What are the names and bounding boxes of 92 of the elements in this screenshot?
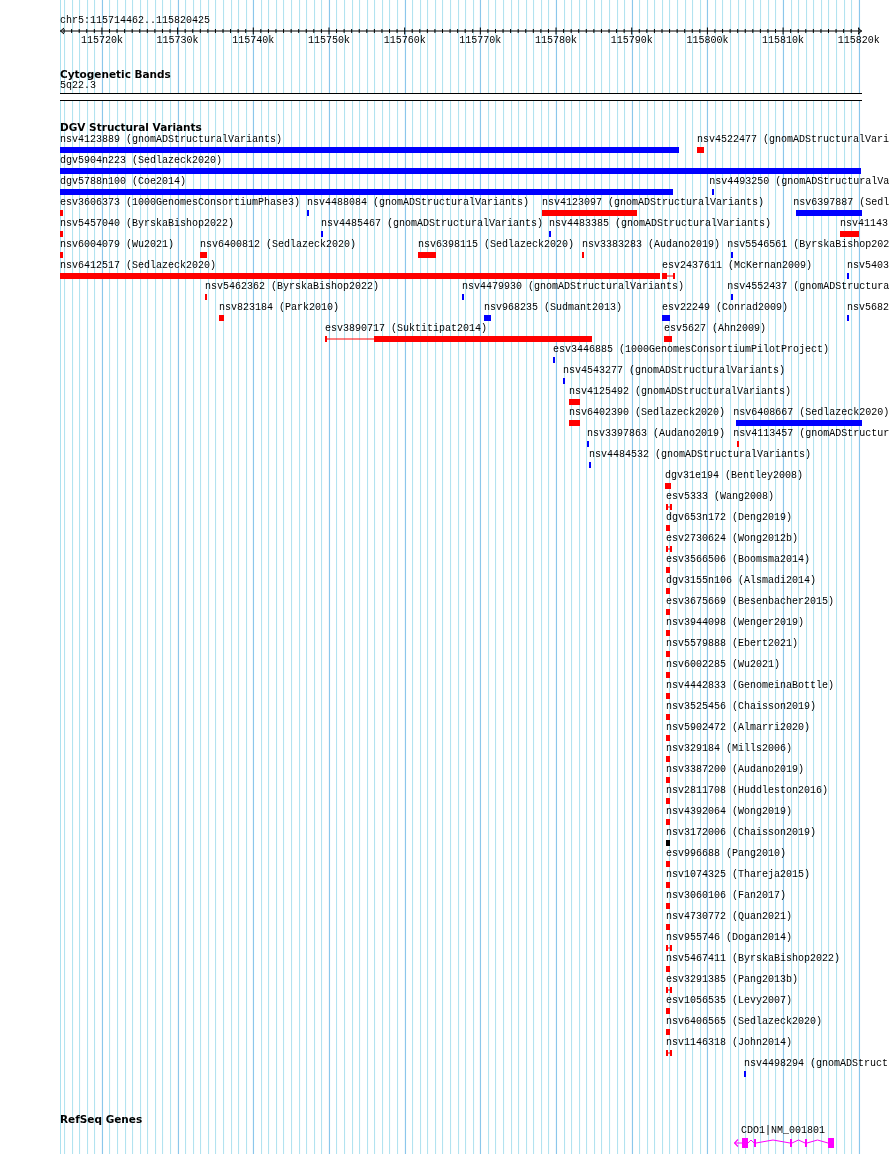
variant-label: nsv4543277 (gnomADStructuralVariants) — [563, 365, 786, 377]
variant-label: nsv5457040 (ByrskaBishop2022) — [60, 218, 235, 230]
variant-label: nsv4392064 (Wong2019) — [666, 806, 793, 818]
variant-label: esv22249 (Conrad2009) — [662, 302, 789, 314]
variant-label: nsv6002285 (Wu2021) — [666, 659, 781, 671]
tick-label: 115790k — [610, 35, 653, 47]
variant-label: nsv3387200 (Audano2019) — [666, 764, 805, 776]
variant-label: esv2437611 (McKernan2009) — [662, 260, 813, 272]
variant-label: esv2730624 (Wong2012b) — [666, 533, 799, 545]
variant-label: nsv6412517 (Sedlazeck2020) — [60, 260, 217, 272]
variant-label: nsv5682 — [847, 302, 889, 314]
variant-label: nsv4730772 (Quan2021) — [666, 911, 793, 923]
gene-model-drawing[interactable] — [734, 1137, 835, 1149]
variant-label: nsv4552437 (gnomADStructura — [727, 281, 890, 293]
variant-label: esv3675669 (Besenbacher2015) — [666, 596, 835, 608]
variant-label: esv3890717 (Suktitipat2014) — [325, 323, 488, 335]
tick-label: 115820k — [837, 35, 880, 47]
variant-label: nsv4522477 (gnomADStructuralVari — [697, 134, 890, 146]
variant-label: nsv6406565 (Sedlazeck2020) — [666, 1016, 823, 1028]
variant-label: dgv5904n223 (Sedlazeck2020) — [60, 155, 223, 167]
variant-label: nsv5462362 (ByrskaBishop2022) — [205, 281, 380, 293]
variant-bar[interactable] — [666, 1050, 672, 1056]
variant-label: esv996688 (Pang2010) — [666, 848, 787, 860]
variant-label: dgv653n172 (Deng2019) — [666, 512, 793, 524]
variant-label: nsv823184 (Park2010) — [219, 302, 340, 314]
variant-label: nsv1074325 (Thareja2015) — [666, 869, 811, 881]
variant-label: nsv6397887 (Sedl — [793, 197, 890, 209]
variant-label: esv3446885 (1000GenomesConsortiumPilotProject) — [553, 344, 830, 356]
variant-label: nsv6398115 (Sedlazeck2020) — [418, 239, 575, 251]
variant-label: dgv5788n100 (Coe2014) — [60, 176, 187, 188]
variant-label: esv1056535 (Levy2007) — [666, 995, 793, 1007]
variant-label: nsv3060106 (Fan2017) — [666, 890, 787, 902]
variant-label: nsv4485467 (gnomADStructuralVariants) — [321, 218, 544, 230]
tick-label: 115720k — [80, 35, 123, 47]
variant-label: nsv3397863 (Audano2019) — [587, 428, 726, 440]
variant-label: nsv4442833 (GenomeinaBottle) — [666, 680, 835, 692]
variant-label: esv3566506 (Boomsma2014) — [666, 554, 811, 566]
variant-label: nsv4113457 (gnomADStructur — [733, 428, 890, 440]
tick-label: 115750k — [307, 35, 350, 47]
variant-bar[interactable] — [666, 945, 672, 951]
variant-label: nsv6400812 (Sedlazeck2020) — [200, 239, 357, 251]
track-title: RefSeq Genes — [60, 1113, 143, 1125]
variant-label: nsv5902472 (Almarri2020) — [666, 722, 811, 734]
track-title: DGV Structural Variants — [60, 121, 202, 133]
variant-label: esv3606373 (1000GenomesConsortiumPhase3) — [60, 197, 301, 209]
tick-label: 115800k — [686, 35, 729, 47]
variant-bar[interactable] — [666, 987, 672, 993]
variant-label: nsv6402390 (Sedlazeck2020) — [569, 407, 726, 419]
variant-bar[interactable] — [662, 273, 675, 279]
variant-label: nsv4484532 (gnomADStructuralVariants) — [589, 449, 812, 461]
variant-label: nsv4498294 (gnomADStruct — [744, 1058, 889, 1070]
tick-label: 115740k — [232, 35, 275, 47]
location-label: chr5:115714462..115820425 — [60, 15, 211, 27]
variant-label: nsv3525456 (Chaisson2019) — [666, 701, 817, 713]
variant-label: nsv1146318 (John2014) — [666, 1037, 793, 1049]
gene-label: CDO1|NM_001801 — [741, 1125, 825, 1137]
tick-label: 115770k — [459, 35, 502, 47]
variant-label: nsv329184 (Mills2006) — [666, 743, 793, 755]
variant-bar[interactable] — [666, 504, 672, 510]
variant-label: esv5627 (Ahn2009) — [664, 323, 767, 335]
variant-label: nsv5579888 (Ebert2021) — [666, 638, 799, 650]
variant-label: nsv3383283 (Audano2019) — [582, 239, 721, 251]
tick-label: 115780k — [535, 35, 577, 47]
variant-label: esv3291385 (Pang2013b) — [666, 974, 799, 986]
variant-label: nsv5467411 (ByrskaBishop2022) — [666, 953, 841, 965]
track-title: Cytogenetic Bands — [60, 68, 171, 80]
variant-label: nsv4488084 (gnomADStructuralVariants) — [307, 197, 530, 209]
variant-label: nsv5403 — [847, 260, 889, 272]
variant-bar[interactable] — [325, 336, 592, 342]
band-label: 5q22.3 — [60, 80, 96, 92]
variant-label: nsv41143 — [840, 218, 888, 230]
variant-label: nsv2811708 (Huddleston2016) — [666, 785, 829, 797]
variant-label: nsv4483385 (gnomADStructuralVariants) — [549, 218, 772, 230]
variant-label: nsv5546561 (ByrskaBishop202 — [727, 239, 890, 251]
variant-label: nsv955746 (Dogan2014) — [666, 932, 793, 944]
variant-label: nsv4123097 (gnomADStructuralVariants) — [542, 197, 765, 209]
variant-label: nsv3944098 (Wenger2019) — [666, 617, 805, 629]
variant-label: dgv3155n106 (Alsmadi2014) — [666, 575, 817, 587]
tick-label: 115730k — [156, 35, 199, 47]
variant-label: dgv31e194 (Bentley2008) — [665, 470, 804, 482]
tick-label: 115810k — [762, 35, 805, 47]
tick-label: 115760k — [383, 35, 426, 47]
variant-label: nsv4125492 (gnomADStructuralVariants) — [569, 386, 792, 398]
variant-label: nsv4493250 (gnomADStructuralVa — [709, 176, 890, 188]
variant-label: nsv6408667 (Sedlazeck2020) — [733, 407, 890, 419]
variant-label: nsv4479930 (gnomADStructuralVariants) — [462, 281, 685, 293]
variant-label: nsv6004079 (Wu2021) — [60, 239, 175, 251]
variant-label: esv5333 (Wang2008) — [666, 491, 775, 503]
variant-bar[interactable] — [666, 546, 672, 552]
variant-label: nsv968235 (Sudmant2013) — [484, 302, 623, 314]
variant-label: nsv3172006 (Chaisson2019) — [666, 827, 817, 839]
variant-label: nsv4123889 (gnomADStructuralVariants) — [60, 134, 283, 146]
